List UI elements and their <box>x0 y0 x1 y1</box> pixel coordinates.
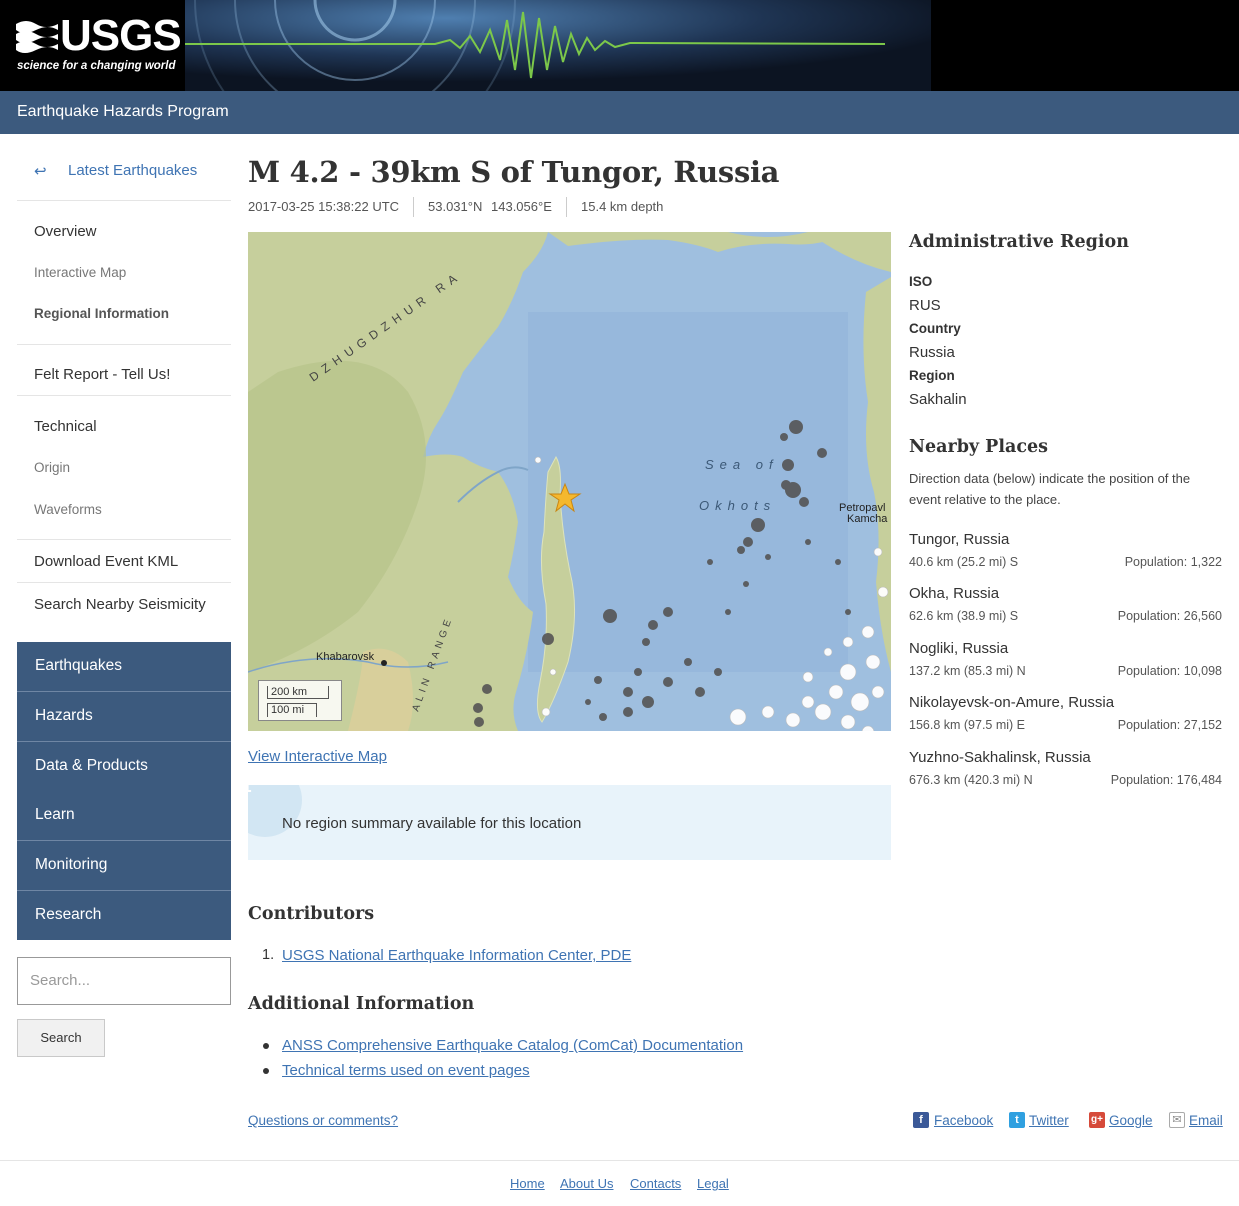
nav-learn[interactable]: Learn <box>17 791 231 841</box>
sidebar-divider <box>17 395 231 396</box>
logo-tagline: science for a changing world <box>17 60 176 72</box>
questions-link[interactable]: Questions or comments? <box>248 1113 398 1128</box>
page-title: M 4.2 - 39km S of Tungor, Russia <box>248 155 780 189</box>
country-label: Country <box>909 321 961 336</box>
google-plus-icon[interactable]: g+ <box>1089 1112 1105 1128</box>
place-distance: 137.2 km (85.3 mi) N <box>909 664 1026 678</box>
sidebar-divider <box>17 539 231 540</box>
bullet <box>263 1043 269 1049</box>
place-population: Population: 1,322 <box>1124 555 1222 569</box>
email-icon[interactable]: ✉ <box>1169 1112 1185 1128</box>
nav-monitoring[interactable]: Monitoring <box>17 841 231 891</box>
search-input[interactable]: Search... <box>17 957 231 1005</box>
latest-earthquakes-link[interactable]: Latest Earthquakes <box>68 162 197 179</box>
nav-hazards[interactable]: Hazards <box>17 692 231 742</box>
back-arrow-icon[interactable]: ↩ <box>34 162 47 180</box>
footer-legal-link[interactable]: Legal <box>697 1176 729 1191</box>
sidebar-divider <box>17 200 231 201</box>
footer-divider <box>0 1160 1239 1161</box>
sidebar-item-waveforms[interactable]: Waveforms <box>34 502 102 517</box>
place-population: Population: 27,152 <box>1117 718 1222 732</box>
map-scale: 200 km 100 mi <box>258 680 342 721</box>
iso-label: ISO <box>909 274 933 289</box>
region-summary-notice: i No region summary available for this l… <box>248 785 891 860</box>
share-email[interactable]: Email <box>1189 1113 1223 1128</box>
place-name: Yuzhno-Sakhalinsk, Russia <box>909 749 1091 766</box>
event-depth: 15.4 km depth <box>581 199 664 214</box>
sidebar-item-overview[interactable]: Overview <box>34 223 97 240</box>
nav-earthquakes[interactable]: Earthquakes <box>17 642 231 692</box>
country-value: Russia <box>909 344 955 361</box>
footer-contacts-link[interactable]: Contacts <box>630 1176 681 1191</box>
footer-about-link[interactable]: About Us <box>560 1176 613 1191</box>
place-distance: 40.6 km (25.2 mi) S <box>909 555 1019 569</box>
contributors-heading: Contributors <box>248 904 375 924</box>
place-name: Nikolayevsk-on-Amure, Russia <box>909 694 1115 711</box>
place-name: Tungor, Russia <box>909 531 1010 548</box>
sidebar-item-felt-report[interactable]: Felt Report - Tell Us! <box>34 366 170 383</box>
place-name: Okha, Russia <box>909 585 1000 602</box>
admin-region-heading: Administrative Region <box>909 232 1129 252</box>
event-time: 2017-03-25 15:38:22 UTC <box>248 199 400 214</box>
sidebar-item-interactive-map[interactable]: Interactive Map <box>34 265 126 280</box>
usgs-waves-icon <box>16 21 58 53</box>
technical-terms-link[interactable]: Technical terms used on event pages <box>282 1062 530 1079</box>
event-longitude: 143.056°E <box>491 199 552 214</box>
usgs-logo[interactable]: USGS science for a changing world <box>0 0 185 91</box>
region-label: Region <box>909 368 955 383</box>
search-button[interactable]: Search <box>17 1019 105 1057</box>
sidebar-item-technical[interactable]: Technical <box>34 418 97 435</box>
sidebar-item-search-seismicity[interactable]: Search Nearby Seismicity <box>34 596 206 613</box>
meta-divider <box>566 197 567 217</box>
nav-data-products[interactable]: Data & Products <box>17 742 231 792</box>
place-population: Population: 176,484 <box>1110 773 1222 787</box>
facebook-icon[interactable]: f <box>913 1112 929 1128</box>
meta-divider <box>413 197 414 217</box>
map-label-kamcha: Kamcha <box>847 513 888 525</box>
place-name: Nogliki, Russia <box>909 640 1009 657</box>
place-distance: 676.3 km (420.3 mi) N <box>909 773 1033 787</box>
nearby-places-note: Direction data (below) indicate the posi… <box>909 471 1191 507</box>
view-interactive-map-link[interactable]: View Interactive Map <box>248 748 387 765</box>
region-value: Sakhalin <box>909 391 967 408</box>
scale-mi: 100 mi <box>267 703 317 717</box>
place-distance: 62.6 km (38.9 mi) S <box>909 609 1019 623</box>
nav-research[interactable]: Research <box>17 891 231 940</box>
map-label-khabarovsk: Khabarovsk <box>316 651 375 663</box>
map-canvas: DZHUGDZHUR RA Sea of Okhots Khabarovsk P… <box>248 232 891 731</box>
sidebar-divider <box>17 344 231 345</box>
iso-value: RUS <box>909 297 941 314</box>
map-label-sea-2: Okhots <box>699 498 776 513</box>
twitter-icon[interactable]: t <box>1009 1112 1025 1128</box>
map-label-sea: Sea of <box>705 457 779 472</box>
seismogram-banner <box>185 0 931 91</box>
place-population: Population: 26,560 <box>1117 609 1222 623</box>
sidebar-divider <box>17 582 231 583</box>
share-twitter[interactable]: Twitter <box>1029 1113 1069 1128</box>
place-population: Population: 10,098 <box>1117 664 1222 678</box>
additional-info-heading: Additional Information <box>248 994 475 1014</box>
place-distance: 156.8 km (97.5 mi) E <box>909 718 1026 732</box>
sidebar-item-origin[interactable]: Origin <box>34 460 70 475</box>
logo-text: USGS <box>60 11 182 60</box>
program-title[interactable]: Earthquake Hazards Program <box>17 103 229 121</box>
contributor-link[interactable]: USGS National Earthquake Information Cen… <box>282 947 631 964</box>
nearby-places-heading: Nearby Places <box>909 437 1048 457</box>
event-map[interactable]: DZHUGDZHUR RA Sea of Okhots Khabarovsk P… <box>248 232 891 731</box>
sidebar-item-regional-information[interactable]: Regional Information <box>34 306 169 321</box>
list-number: 1. <box>262 947 275 963</box>
sidebar-item-download-kml[interactable]: Download Event KML <box>34 553 178 570</box>
bullet <box>263 1068 269 1074</box>
footer-home-link[interactable]: Home <box>510 1176 545 1191</box>
notice-text: No region summary available for this loc… <box>282 815 582 832</box>
scale-km: 200 km <box>267 686 329 699</box>
event-latitude: 53.031°N <box>428 199 483 214</box>
share-google[interactable]: Google <box>1109 1113 1153 1128</box>
comcat-docs-link[interactable]: ANSS Comprehensive Earthquake Catalog (C… <box>282 1037 743 1054</box>
share-facebook[interactable]: Facebook <box>934 1113 993 1128</box>
